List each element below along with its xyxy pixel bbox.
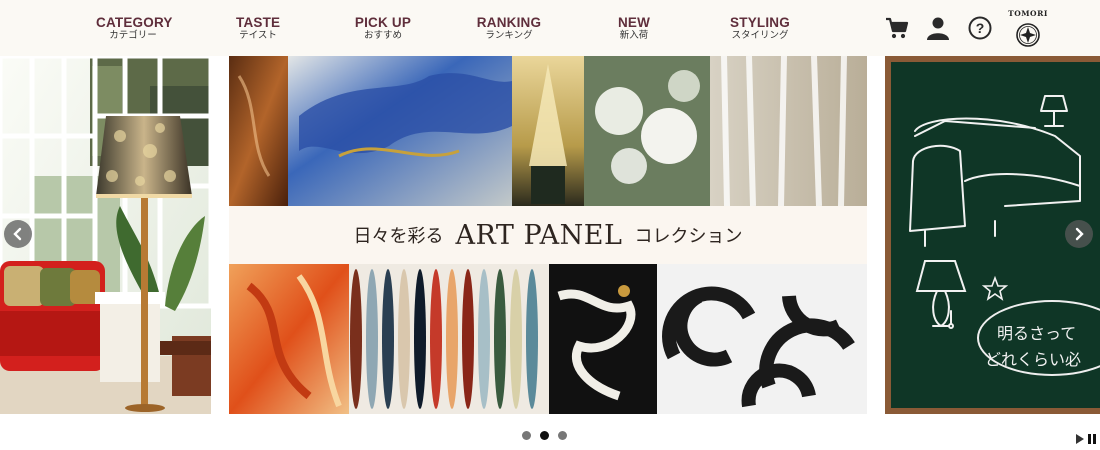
tomori-logo-text: TOMORI: [1008, 9, 1048, 18]
slider-prev-button[interactable]: [4, 220, 32, 248]
nav-category[interactable]: CATEGORY カテゴリー: [96, 15, 173, 42]
nav-pickup-sublabel: おすすめ: [363, 30, 402, 41]
nav-ranking-label: RANKING: [476, 15, 542, 30]
play-icon: [1076, 434, 1084, 444]
slider-next-button[interactable]: [1065, 220, 1093, 248]
hero-slider: 日々を彩る ART PANEL コレクション 明るさって どれくらい必: [0, 56, 1100, 414]
banner-title: ART PANEL: [455, 219, 623, 251]
slider-play-pause[interactable]: [1074, 430, 1098, 444]
slider-pagination: [522, 431, 567, 440]
banner-posttext: コレクション: [634, 226, 743, 247]
nav-styling-label: STYLING: [730, 15, 790, 30]
slider-dot-3[interactable]: [558, 431, 567, 440]
pause-icon: [1088, 434, 1091, 444]
nav-ranking[interactable]: RANKING ランキング: [476, 15, 542, 42]
slide-chalkboard-lighting[interactable]: 明るさって どれくらい必: [885, 56, 1100, 414]
user-icon[interactable]: [925, 15, 951, 41]
chalk-text-line2: どれくらい必: [985, 350, 1082, 369]
nav-pickup-label: PICK UP: [354, 15, 412, 30]
tomori-logo-icon[interactable]: [1015, 22, 1041, 48]
slider-dot-2[interactable]: [540, 431, 549, 440]
nav-taste[interactable]: TASTE テイスト: [236, 15, 280, 42]
slide-art-panel-banner[interactable]: 日々を彩る ART PANEL コレクション: [229, 56, 867, 414]
nav-new-label: NEW: [617, 15, 651, 30]
banner-title-strip: 日々を彩る ART PANEL コレクション: [229, 206, 867, 264]
nav-category-label: CATEGORY: [96, 15, 173, 30]
chalk-text-line1: 明るさって: [997, 324, 1077, 343]
site-header: CATEGORY カテゴリー TASTE テイスト PICK UP おすすめ R…: [0, 0, 1100, 56]
chevron-right-icon: [1075, 227, 1084, 241]
nav-ranking-sublabel: ランキング: [485, 30, 533, 41]
slide-room-image[interactable]: [0, 56, 211, 414]
nav-styling-sublabel: スタイリング: [731, 30, 789, 41]
help-icon[interactable]: ?: [967, 15, 993, 41]
nav-taste-sublabel: テイスト: [239, 30, 277, 41]
slider-dot-1[interactable]: [522, 431, 531, 440]
cart-icon[interactable]: [884, 15, 910, 41]
nav-taste-label: TASTE: [236, 15, 281, 30]
svg-text:?: ?: [976, 20, 985, 36]
banner-pretext: 日々を彩る: [353, 226, 444, 247]
nav-new-sublabel: 新入荷: [619, 30, 649, 41]
nav-pickup[interactable]: PICK UP おすすめ: [354, 15, 412, 42]
chevron-left-icon: [13, 227, 22, 241]
nav-styling[interactable]: STYLING スタイリング: [728, 15, 792, 42]
nav-new[interactable]: NEW 新入荷: [614, 15, 654, 42]
nav-category-sublabel: カテゴリー: [109, 30, 157, 41]
